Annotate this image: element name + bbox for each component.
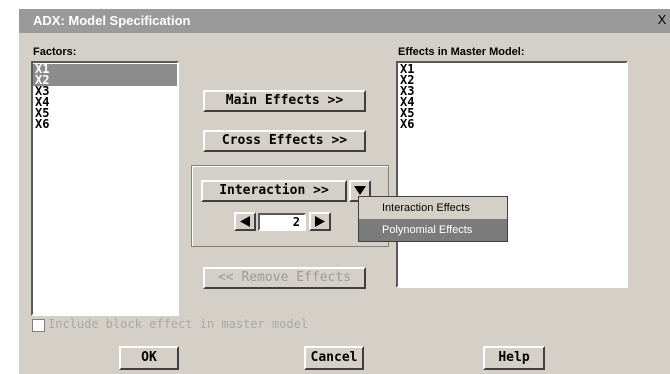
ok-button[interactable]: OK [119,346,179,370]
block-effect-label: Include block effect in master model [48,317,309,331]
effects-list[interactable]: X1 X2 X3 X4 X5 X6 [396,61,628,288]
model-specification-dialog: ADX: Model Specification X Factors: X1 X… [18,9,670,374]
list-item[interactable]: X4 [33,96,177,108]
block-effect-checkbox[interactable] [32,319,45,332]
list-item[interactable]: X6 [398,118,626,130]
factors-list[interactable]: X1 X2 X3 X4 X5 X6 [31,61,179,316]
help-button[interactable]: Help [483,346,545,370]
list-item[interactable]: X1 [33,63,177,75]
menu-item-interaction-effects[interactable]: Interaction Effects [359,197,507,219]
factors-label: Factors: [33,46,77,58]
list-item[interactable]: X2 [33,74,177,86]
cancel-button[interactable]: Cancel [304,346,364,370]
list-item[interactable]: X1 [398,63,626,75]
menu-item-polynomial-effects[interactable]: Polynomial Effects [359,219,507,241]
list-item[interactable]: X5 [33,107,177,119]
interaction-button[interactable]: Interaction >> [201,180,347,202]
main-effects-button[interactable]: Main Effects >> [203,90,366,112]
close-icon[interactable]: X [655,13,669,27]
left-triangle-icon[interactable] [234,212,256,231]
list-item[interactable]: X6 [33,118,177,130]
cross-effects-button[interactable]: Cross Effects >> [203,130,366,152]
title-bar[interactable]: ADX: Model Specification X [19,9,670,33]
list-item[interactable]: X3 [398,85,626,97]
window-title: ADX: Model Specification [33,13,191,28]
interaction-type-menu: Interaction Effects Polynomial Effects [358,196,508,242]
interaction-order-field[interactable]: 2 [258,213,306,231]
right-triangle-icon[interactable] [309,212,331,231]
effects-label: Effects in Master Model: [398,46,525,58]
remove-effects-button[interactable]: << Remove Effects [203,267,366,289]
list-item[interactable]: X5 [398,107,626,119]
list-item[interactable]: X4 [398,96,626,108]
list-item[interactable]: X3 [33,85,177,97]
list-item[interactable]: X2 [398,74,626,86]
